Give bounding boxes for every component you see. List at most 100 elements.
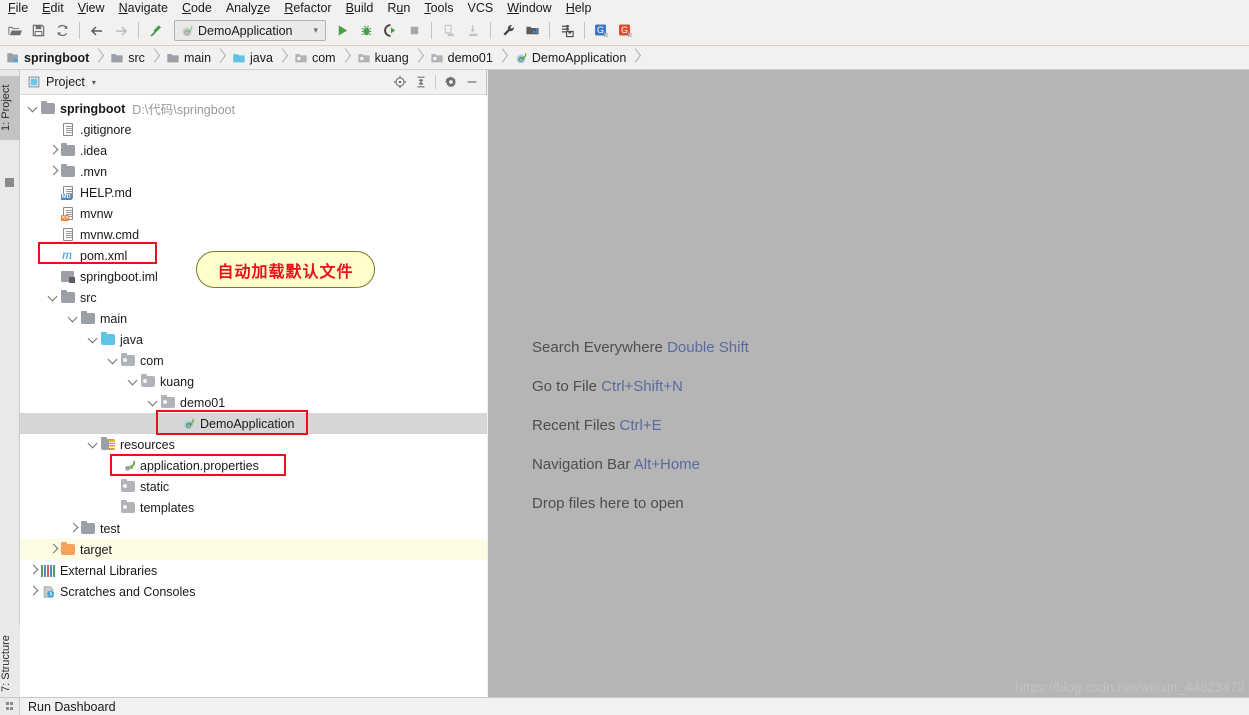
run-dashboard-tab[interactable]: Run Dashboard: [20, 700, 124, 714]
breadcrumb-item-label: com: [311, 50, 336, 65]
menu-item-help[interactable]: Help: [559, 0, 599, 16]
menu-item-edit[interactable]: Edit: [35, 0, 71, 16]
save-all-icon[interactable]: [26, 19, 50, 43]
chevron-down-icon[interactable]: ▾: [307, 25, 321, 36]
breadcrumb-item-main[interactable]: main: [162, 46, 212, 70]
tree-node-gitignore[interactable]: .gitignore: [20, 119, 487, 140]
tree-node-templates[interactable]: templates: [20, 497, 487, 518]
breadcrumb-item-label: src: [128, 50, 145, 65]
build-hammer-icon[interactable]: [144, 19, 168, 43]
chevron-down-icon[interactable]: ▾: [85, 78, 96, 87]
settings-wrench-icon[interactable]: [496, 19, 520, 43]
menu-item-vcs[interactable]: VCS: [461, 0, 501, 16]
tree-node-label: templates: [140, 500, 195, 515]
breadcrumb-separator-icon: [497, 46, 510, 70]
run-configuration-selector[interactable]: DemoApplication ▾: [174, 20, 326, 41]
update-app-icon[interactable]: [437, 19, 461, 43]
forward-arrow-icon[interactable]: [109, 19, 133, 43]
chevron-right-icon[interactable]: [68, 518, 80, 539]
chevron-down-icon[interactable]: [28, 98, 40, 119]
tool-window-tab-structure[interactable]: 7: Structure: [0, 625, 20, 703]
breadcrumb: springboot src main java com kuang demo01 DemoA…: [0, 46, 1249, 70]
back-arrow-icon[interactable]: [85, 19, 109, 43]
chevron-down-icon[interactable]: [88, 434, 100, 455]
tree-node-label: External Libraries: [60, 563, 158, 578]
tool-window-grip-icon: [0, 697, 20, 715]
breadcrumb-separator-icon: [215, 46, 228, 70]
source-root-icon: [232, 51, 246, 65]
collapse-all-icon[interactable]: [410, 72, 431, 93]
project-tree[interactable]: springboot D:\代码\springboot .gitignore .ide…: [20, 95, 487, 697]
package-icon: [120, 497, 137, 518]
tree-node-demo01[interactable]: demo01: [20, 392, 487, 413]
chevron-right-icon[interactable]: [28, 581, 40, 602]
breadcrumb-item-demo01[interactable]: demo01: [426, 46, 494, 70]
tree-node-static[interactable]: static: [20, 476, 487, 497]
tree-node-mvnw-cmd[interactable]: mvnw.cmd: [20, 224, 487, 245]
open-project-icon[interactable]: [2, 19, 26, 43]
sync-refresh-icon[interactable]: [50, 19, 74, 43]
chevron-down-icon[interactable]: [148, 392, 160, 413]
menu-item-analyze[interactable]: Analyze: [219, 0, 277, 16]
tree-node-springboot[interactable]: springboot D:\代码\springboot: [20, 98, 487, 119]
translate-blue-icon[interactable]: G: [590, 19, 614, 43]
menu-item-tools[interactable]: Tools: [417, 0, 460, 16]
tree-node-src[interactable]: src: [20, 287, 487, 308]
rerun-app-icon[interactable]: [461, 19, 485, 43]
chevron-right-icon[interactable]: [48, 539, 60, 560]
menu-item-view[interactable]: View: [71, 0, 112, 16]
tree-node-com[interactable]: com: [20, 350, 487, 371]
tree-node-external-libraries[interactable]: External Libraries: [20, 560, 487, 581]
menu-item-file[interactable]: File: [1, 0, 35, 16]
sql-console-icon[interactable]: [555, 19, 579, 43]
chevron-down-icon[interactable]: [88, 329, 100, 350]
tree-node-target[interactable]: target: [20, 539, 487, 560]
run-icon[interactable]: [330, 19, 354, 43]
chevron-right-icon[interactable]: [28, 560, 40, 581]
tree-node-mvnw[interactable]: <> mvnw: [20, 203, 487, 224]
stop-icon[interactable]: [402, 19, 426, 43]
menu-item-refactor[interactable]: Refactor: [277, 0, 338, 16]
tree-node-demoapplication[interactable]: DemoApplication: [20, 413, 487, 434]
menu-item-code[interactable]: Code: [175, 0, 219, 16]
tree-node-scratches-and-consoles[interactable]: Scratches and Consoles: [20, 581, 487, 602]
breadcrumb-item-kuang[interactable]: kuang: [353, 46, 410, 70]
tree-node-idea[interactable]: .idea: [20, 140, 487, 161]
tree-node-test[interactable]: test: [20, 518, 487, 539]
breadcrumb-item-java[interactable]: java: [228, 46, 274, 70]
tree-node-java[interactable]: java: [20, 329, 487, 350]
tree-node-application-properties[interactable]: application.properties: [20, 455, 487, 476]
chevron-down-icon[interactable]: [128, 371, 140, 392]
menu-item-run[interactable]: Run: [380, 0, 417, 16]
chevron-down-icon[interactable]: [108, 350, 120, 371]
project-structure-icon[interactable]: [520, 19, 544, 43]
tree-node-help-md[interactable]: MD HELP.md: [20, 182, 487, 203]
tree-node-label: springboot.iml: [80, 269, 158, 284]
menu-item-navigate[interactable]: Navigate: [112, 0, 175, 16]
chevron-right-icon[interactable]: [48, 161, 60, 182]
scroll-from-source-icon[interactable]: [389, 72, 410, 93]
breadcrumb-item-com[interactable]: com: [290, 46, 337, 70]
editor-hint-row: Search Everywhere Double Shift: [532, 328, 749, 367]
run-with-coverage-icon[interactable]: [378, 19, 402, 43]
package-icon: [140, 371, 157, 392]
gear-icon[interactable]: [440, 72, 461, 93]
chevron-right-icon[interactable]: [48, 140, 60, 161]
chevron-down-icon[interactable]: [48, 287, 60, 308]
breadcrumb-item-src[interactable]: src: [106, 46, 146, 70]
menu-item-window[interactable]: Window: [500, 0, 558, 16]
tree-node-kuang[interactable]: kuang: [20, 371, 487, 392]
breadcrumb-item-label: demo01: [447, 50, 493, 65]
tree-node-mvn[interactable]: .mvn: [20, 161, 487, 182]
module-icon: [40, 98, 57, 119]
breadcrumb-item-demoapplication[interactable]: DemoApplication: [510, 46, 628, 70]
tree-node-main[interactable]: main: [20, 308, 487, 329]
debug-icon[interactable]: [354, 19, 378, 43]
breadcrumb-item-springboot[interactable]: springboot: [2, 46, 90, 70]
tool-window-tab-project[interactable]: 1: Project: [0, 76, 20, 140]
tree-node-resources[interactable]: resources: [20, 434, 487, 455]
translate-red-icon[interactable]: G: [614, 19, 638, 43]
menu-item-build[interactable]: Build: [339, 0, 381, 16]
minimize-icon[interactable]: [461, 72, 482, 93]
chevron-down-icon[interactable]: [68, 308, 80, 329]
